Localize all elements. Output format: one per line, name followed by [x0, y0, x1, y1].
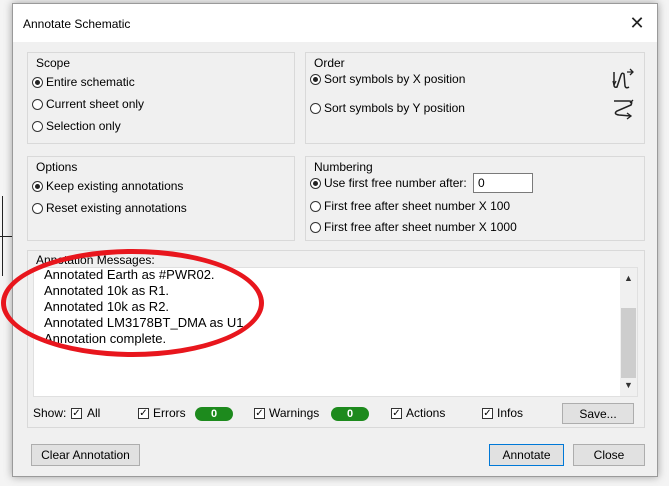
- message-line: Annotated 10k as R1.: [44, 283, 170, 298]
- scope-option-current-sheet[interactable]: Current sheet only: [32, 97, 144, 111]
- order-option-label: Sort symbols by X position: [324, 72, 466, 86]
- scope-option-selection[interactable]: Selection only: [32, 119, 121, 133]
- message-filters: Show: ✓ All ✓ Errors 0 ✓ Warnings 0 ✓ Ac…: [33, 403, 643, 425]
- messages-title: Annotation Messages:: [36, 253, 155, 267]
- warnings-checkbox[interactable]: ✓: [254, 408, 265, 419]
- scope-option-entire[interactable]: Entire schematic: [32, 75, 135, 89]
- actions-label: Actions: [406, 406, 446, 420]
- options-group: Options: [27, 156, 295, 241]
- infos-label: Infos: [497, 406, 524, 420]
- annotate-button[interactable]: Annotate: [489, 444, 564, 466]
- radio-icon[interactable]: [32, 98, 43, 110]
- all-label: All: [87, 406, 101, 420]
- order-option-y[interactable]: Sort symbols by Y position: [310, 101, 465, 115]
- sort-by-x-icon: [612, 68, 634, 89]
- radio-icon[interactable]: [32, 76, 43, 88]
- numbering-option-label: First free after sheet number X 100: [324, 199, 511, 213]
- warnings-count-badge: 0: [331, 407, 369, 421]
- order-group: Order: [305, 52, 645, 144]
- message-line: Annotated LM3178BT_DMA as U1.: [44, 315, 248, 330]
- radio-icon[interactable]: [310, 200, 321, 212]
- close-button[interactable]: Close: [573, 444, 645, 466]
- numbering-option-first-free[interactable]: Use first free number after:: [310, 176, 467, 190]
- scroll-down-icon[interactable]: ▼: [620, 377, 637, 394]
- save-messages-button[interactable]: Save...: [562, 403, 634, 424]
- message-line: Annotated 10k as R2.: [44, 299, 170, 314]
- scroll-up-icon[interactable]: ▲: [620, 270, 637, 287]
- order-option-x[interactable]: Sort symbols by X position: [310, 72, 465, 86]
- start-number-input[interactable]: [473, 173, 533, 193]
- scope-option-label: Current sheet only: [46, 97, 145, 111]
- numbering-option-label: First free after sheet number X 1000: [324, 220, 517, 234]
- order-title: Order: [314, 56, 345, 70]
- errors-count-badge: 0: [195, 407, 233, 421]
- options-title: Options: [36, 160, 78, 174]
- clear-annotation-button[interactable]: Clear Annotation: [31, 444, 140, 466]
- actions-checkbox[interactable]: ✓: [391, 408, 402, 419]
- schematic-wire: [0, 236, 12, 237]
- errors-label: Errors: [153, 406, 186, 420]
- messages-scrollbar[interactable]: ▲ ▼: [620, 268, 637, 396]
- dialog-title: Annotate Schematic: [23, 17, 131, 31]
- options-option-label: Reset existing annotations: [46, 201, 187, 215]
- radio-icon[interactable]: [310, 221, 321, 233]
- numbering-option-label: Use first free number after:: [324, 176, 467, 190]
- numbering-title: Numbering: [314, 160, 373, 174]
- scope-option-label: Entire schematic: [46, 75, 135, 89]
- numbering-option-x1000[interactable]: First free after sheet number X 1000: [310, 220, 517, 234]
- scroll-thumb[interactable]: [621, 308, 636, 378]
- errors-checkbox[interactable]: ✓: [138, 408, 149, 419]
- infos-checkbox[interactable]: ✓: [482, 408, 493, 419]
- reset-annotations-option[interactable]: Reset existing annotations: [32, 201, 187, 215]
- message-line: Annotation complete.: [44, 331, 167, 346]
- show-label: Show:: [33, 406, 67, 420]
- sort-by-y-icon: [614, 99, 634, 120]
- order-option-label: Sort symbols by Y position: [324, 101, 465, 115]
- warnings-label: Warnings: [269, 406, 320, 420]
- radio-icon[interactable]: [32, 120, 43, 132]
- scope-title: Scope: [36, 56, 71, 70]
- messages-panel[interactable]: Annotated Earth as #PWR02. Annotated 10k…: [33, 267, 638, 397]
- dialog-titlebar: Annotate Schematic ✕: [13, 4, 657, 42]
- keep-annotations-option[interactable]: Keep existing annotations: [32, 179, 183, 193]
- radio-icon[interactable]: [310, 73, 321, 85]
- scope-option-label: Selection only: [46, 119, 121, 133]
- message-line: Annotated Earth as #PWR02.: [44, 267, 215, 282]
- close-icon[interactable]: ✕: [623, 10, 651, 36]
- annotate-schematic-dialog: Annotate Schematic ✕ Scope Entire schema…: [12, 3, 658, 477]
- all-checkbox[interactable]: ✓: [71, 408, 82, 419]
- radio-icon[interactable]: [310, 102, 321, 114]
- radio-icon[interactable]: [310, 177, 321, 189]
- radio-icon[interactable]: [32, 202, 43, 214]
- options-option-label: Keep existing annotations: [46, 179, 184, 193]
- numbering-option-x100[interactable]: First free after sheet number X 100: [310, 199, 510, 213]
- radio-icon[interactable]: [32, 180, 43, 192]
